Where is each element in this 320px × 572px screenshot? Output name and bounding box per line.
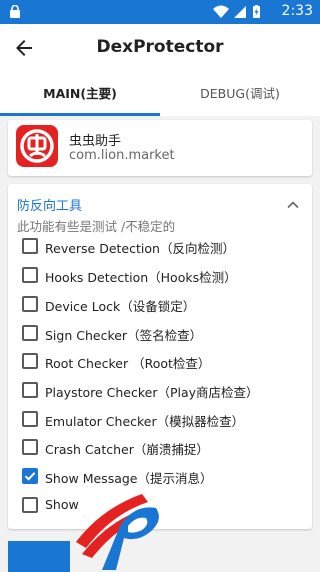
- option-root-checker[interactable]: Root Checker （Root检查）: [22, 349, 302, 373]
- option-sign-checker[interactable]: Sign Checker（签名检查）: [22, 321, 302, 345]
- option-emulator-checker[interactable]: Emulator Checker（模拟器检查）: [22, 407, 302, 431]
- watermark-logo: [76, 494, 159, 570]
- tab-indicator: [0, 113, 160, 116]
- option-label: Crash Catcher（崩溃捕捉）: [45, 442, 209, 457]
- option-label: Playstore Checker（Play商店检查）: [45, 385, 259, 400]
- option-label: Sign Checker（签名检查）: [45, 328, 203, 343]
- checkbox[interactable]: [22, 497, 38, 513]
- option-label: Hooks Detection（Hooks检测）: [45, 270, 237, 285]
- option-label: Show Message（提示消息）: [45, 471, 213, 486]
- wifi-icon: [213, 5, 229, 18]
- checkbox[interactable]: [22, 267, 38, 283]
- checkbox[interactable]: [22, 325, 38, 341]
- option-reverse-detection[interactable]: Reverse Detection（反向检测）: [22, 234, 302, 258]
- option-device-lock[interactable]: Device Lock（设备锁定）: [22, 292, 302, 316]
- app-icon: [16, 125, 58, 167]
- option-show-message[interactable]: Show Message（提示消息）: [22, 464, 302, 488]
- option-crash-catcher[interactable]: Crash Catcher（崩溃捕捉）: [22, 435, 302, 459]
- option-label: Reverse Detection（反向检测）: [45, 241, 235, 256]
- section-title: 防反向工具: [17, 199, 83, 214]
- battery-icon: [253, 5, 260, 18]
- check-icon: [24, 472, 36, 481]
- option-hooks-detection[interactable]: Hooks Detection（Hooks检测）: [22, 263, 302, 287]
- checkbox[interactable]: [22, 439, 38, 455]
- app-name: 虫虫助手: [69, 134, 122, 149]
- status-icons: [213, 5, 260, 18]
- option-label: Device Lock（设备锁定）: [45, 299, 196, 314]
- tab-bar: MAIN(主要) DEBUG(调试): [0, 72, 320, 116]
- lock-icon: [10, 5, 20, 18]
- status-bar: 2:33: [0, 0, 320, 24]
- option-playstore-checker[interactable]: Playstore Checker（Play商店检查）: [22, 378, 302, 402]
- tab-debug[interactable]: DEBUG(调试): [160, 72, 320, 116]
- status-time: 2:33: [281, 3, 313, 19]
- option-label: Emulator Checker（模拟器检查）: [45, 414, 245, 429]
- app-info-card: 虫虫助手 com.lion.market: [8, 120, 312, 176]
- checkbox[interactable]: [22, 353, 38, 369]
- signal-icon: [234, 6, 246, 18]
- checkbox[interactable]: [22, 411, 38, 427]
- checkbox[interactable]: [22, 382, 38, 398]
- bottom-action-button[interactable]: [8, 541, 70, 572]
- anti-reverse-card: 防反向工具 此功能有些是测试 /不稳定的 Reverse Detection（反…: [8, 184, 312, 529]
- checkbox[interactable]: [22, 238, 38, 254]
- section-subtitle: 此功能有些是测试 /不稳定的: [17, 219, 176, 234]
- option-label: Root Checker （Root检查）: [45, 356, 211, 371]
- checkbox-checked[interactable]: [22, 468, 38, 484]
- chevron-up-icon[interactable]: [285, 197, 301, 213]
- app-bar: DexProtector: [0, 24, 320, 72]
- tab-main[interactable]: MAIN(主要): [0, 72, 160, 116]
- page-title: DexProtector: [96, 37, 224, 57]
- app-package: com.lion.market: [69, 148, 175, 163]
- checkbox[interactable]: [22, 296, 38, 312]
